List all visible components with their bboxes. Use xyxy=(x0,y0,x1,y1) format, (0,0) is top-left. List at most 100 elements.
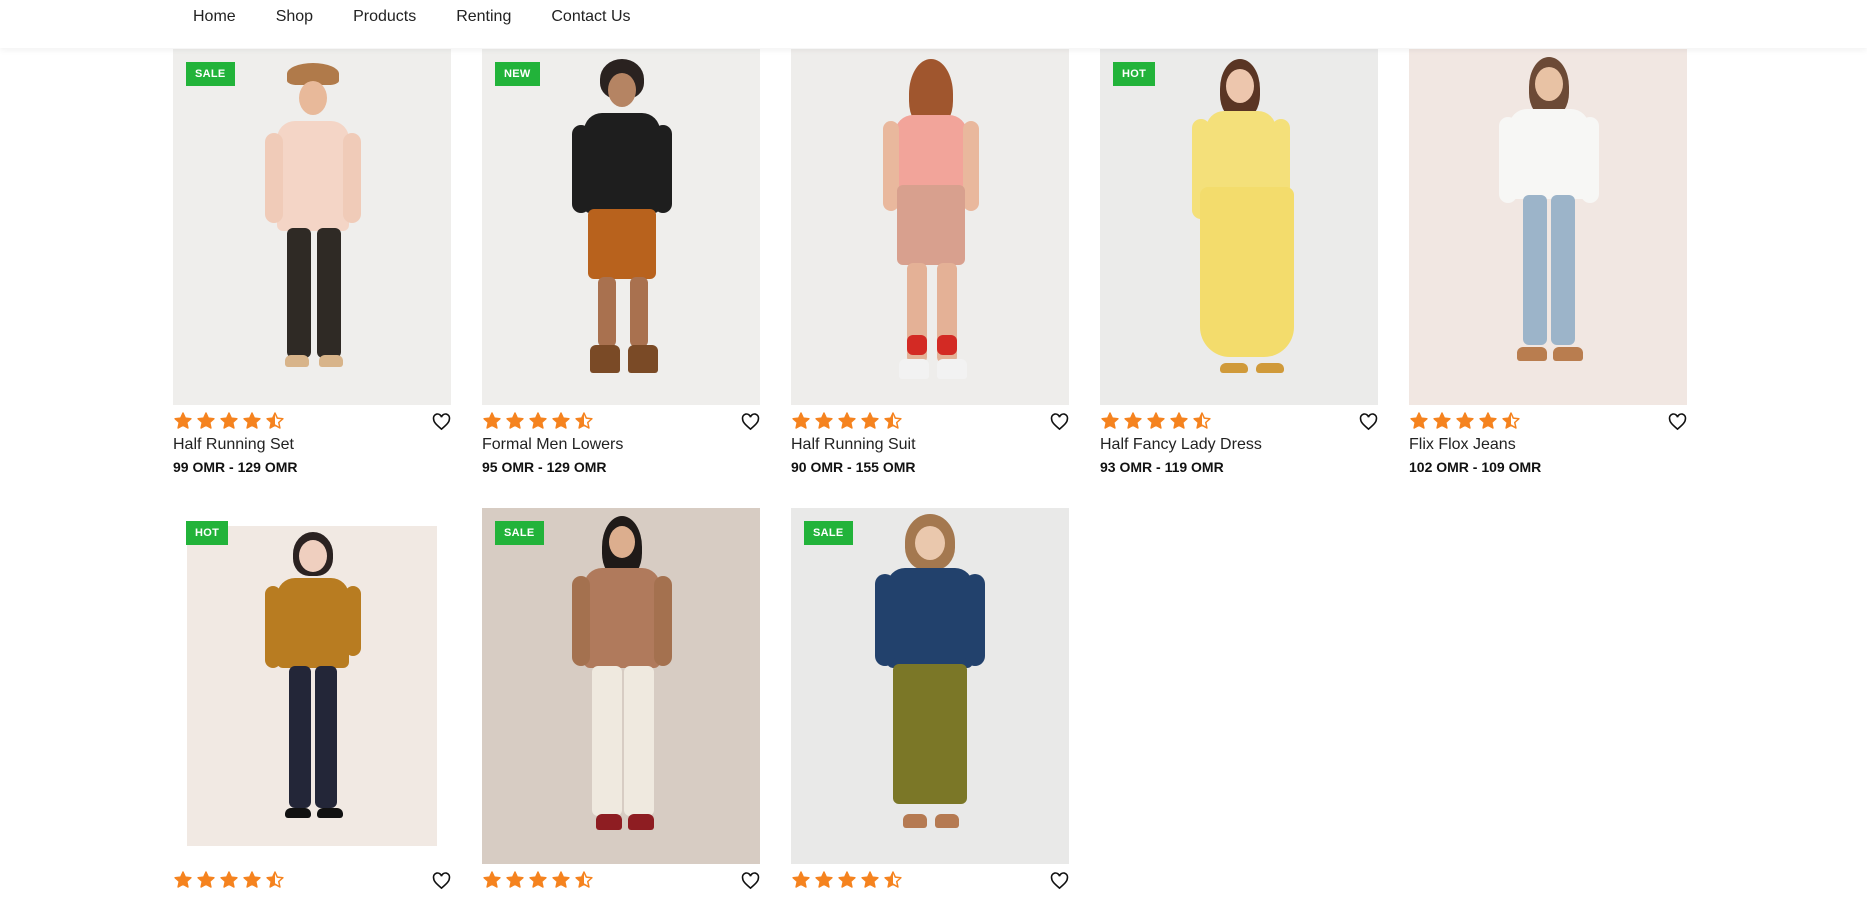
rating-row xyxy=(1100,409,1378,437)
nav-item-contact-us[interactable]: Contact Us xyxy=(551,7,630,27)
product-badge: HOT xyxy=(186,521,229,545)
nav-item-shop[interactable]: Shop xyxy=(276,7,313,27)
star-icon xyxy=(506,871,524,888)
star-icon xyxy=(792,871,810,888)
star-icon xyxy=(197,871,215,888)
product-name[interactable]: Half Running Suit xyxy=(791,435,1069,455)
star-icon xyxy=(1479,412,1497,429)
rating-row xyxy=(173,409,451,437)
heart-icon[interactable] xyxy=(432,872,451,890)
star-rating xyxy=(173,870,288,890)
star-rating xyxy=(173,411,288,431)
star-icon xyxy=(243,412,261,429)
half-star-icon xyxy=(575,412,593,429)
star-icon xyxy=(529,871,547,888)
product-price: 93 OMR - 119 OMR xyxy=(1100,459,1224,475)
star-rating xyxy=(1100,411,1215,431)
half-star-icon xyxy=(1502,412,1520,429)
star-icon xyxy=(1170,412,1188,429)
product-card[interactable]: NEW Formal Men Lowers 95 OMR - 129 OMR xyxy=(482,49,760,475)
product-badge: SALE xyxy=(804,521,853,545)
star-icon xyxy=(483,871,501,888)
star-icon xyxy=(815,871,833,888)
product-name[interactable]: Flix Flox Jeans xyxy=(1409,435,1687,455)
nav-item-home[interactable]: Home xyxy=(193,7,236,27)
product-badge: NEW xyxy=(495,62,540,86)
rating-row xyxy=(173,868,451,896)
product-name[interactable]: Half Fancy Lady Dress xyxy=(1100,435,1378,455)
product-image[interactable]: SALE xyxy=(173,49,451,405)
product-name[interactable]: Formal Men Lowers xyxy=(482,435,760,455)
star-rating xyxy=(791,870,906,890)
product-price: 95 OMR - 129 OMR xyxy=(482,459,607,475)
star-icon xyxy=(243,871,261,888)
heart-icon[interactable] xyxy=(1668,413,1687,431)
star-icon xyxy=(861,871,879,888)
star-icon xyxy=(861,412,879,429)
product-badge: SALE xyxy=(495,521,544,545)
heart-icon[interactable] xyxy=(1050,413,1069,431)
star-icon xyxy=(1101,412,1119,429)
star-icon xyxy=(792,412,810,429)
product-image[interactable]: HOT xyxy=(173,508,451,864)
product-badge: SALE xyxy=(186,62,235,86)
star-icon xyxy=(220,412,238,429)
star-icon xyxy=(506,412,524,429)
product-image[interactable]: SALE xyxy=(791,508,1069,864)
star-icon xyxy=(197,412,215,429)
heart-icon[interactable] xyxy=(741,413,760,431)
product-card[interactable]: SALE xyxy=(791,508,1069,896)
star-icon xyxy=(838,871,856,888)
product-price: 99 OMR - 129 OMR xyxy=(173,459,298,475)
product-card[interactable]: SALE Half Running Set 99 OMR - 129 OMR xyxy=(173,49,451,475)
half-star-icon xyxy=(884,871,902,888)
product-badge: HOT xyxy=(1113,62,1156,86)
rating-row xyxy=(482,868,760,896)
star-rating xyxy=(482,870,597,890)
rating-row xyxy=(791,868,1069,896)
star-rating xyxy=(791,411,906,431)
product-price: 90 OMR - 155 OMR xyxy=(791,459,916,475)
product-image[interactable] xyxy=(791,49,1069,405)
star-rating xyxy=(482,411,597,431)
heart-icon[interactable] xyxy=(1050,872,1069,890)
product-image[interactable]: SALE xyxy=(482,508,760,864)
star-icon xyxy=(529,412,547,429)
star-icon xyxy=(174,412,192,429)
product-image[interactable]: HOT xyxy=(1100,49,1378,405)
nav-item-renting[interactable]: Renting xyxy=(456,7,511,27)
star-icon xyxy=(1124,412,1142,429)
star-icon xyxy=(1456,412,1474,429)
product-card[interactable]: SALE xyxy=(482,508,760,896)
nav-item-products[interactable]: Products xyxy=(353,7,416,27)
heart-icon[interactable] xyxy=(1359,413,1378,431)
heart-icon[interactable] xyxy=(432,413,451,431)
star-icon xyxy=(1147,412,1165,429)
half-star-icon xyxy=(266,412,284,429)
product-name[interactable]: Half Running Set xyxy=(173,435,451,455)
half-star-icon xyxy=(884,412,902,429)
product-card[interactable]: HOT Half Fancy Lady Dress 93 OMR - 119 O… xyxy=(1100,49,1378,475)
star-icon xyxy=(220,871,238,888)
star-icon xyxy=(1433,412,1451,429)
half-star-icon xyxy=(575,871,593,888)
star-icon xyxy=(552,871,570,888)
half-star-icon xyxy=(1193,412,1211,429)
star-icon xyxy=(483,412,501,429)
half-star-icon xyxy=(266,871,284,888)
star-icon xyxy=(552,412,570,429)
product-price: 102 OMR - 109 OMR xyxy=(1409,459,1542,475)
product-image[interactable]: NEW xyxy=(482,49,760,405)
star-icon xyxy=(174,871,192,888)
rating-row xyxy=(482,409,760,437)
rating-row xyxy=(1409,409,1687,437)
star-rating xyxy=(1409,411,1524,431)
product-card[interactable]: Half Running Suit 90 OMR - 155 OMR xyxy=(791,49,1069,475)
nav-menu: Home Shop Products Renting Contact Us xyxy=(193,7,671,27)
product-card[interactable]: HOT xyxy=(173,508,451,896)
star-icon xyxy=(838,412,856,429)
star-icon xyxy=(815,412,833,429)
heart-icon[interactable] xyxy=(741,872,760,890)
product-image[interactable] xyxy=(1409,49,1687,405)
product-card[interactable]: Flix Flox Jeans 102 OMR - 109 OMR xyxy=(1409,49,1687,475)
